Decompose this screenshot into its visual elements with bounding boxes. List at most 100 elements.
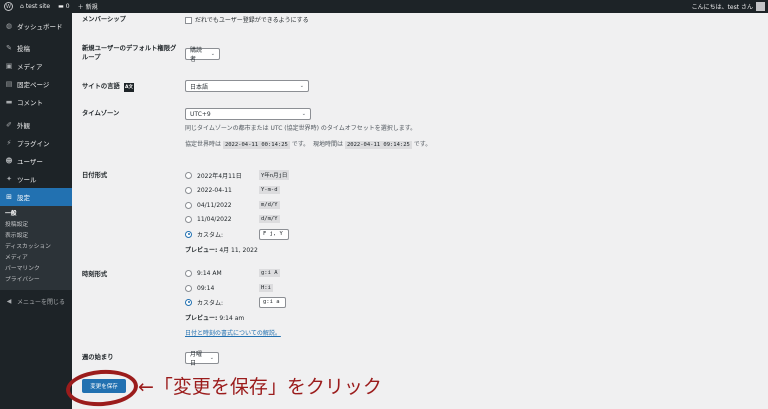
submenu-item-privacy[interactable]: プライバシー: [0, 275, 72, 286]
default-role-field: 購読者 ⌄: [185, 46, 220, 63]
collapse-arrow-icon: ◀: [6, 297, 12, 305]
membership-checkbox-label: だれでもユーザー登録ができるようにする: [195, 17, 309, 24]
time-format-display: 09:14: [197, 284, 215, 292]
home-icon: ⌂: [20, 3, 24, 10]
date-format-display: 2022-04-11: [197, 186, 232, 194]
avatar: [756, 2, 765, 11]
sidebar-item-label: メディア: [17, 63, 43, 71]
time-format-display: 9:14 AM: [197, 269, 222, 277]
timezone-select[interactable]: UTC+9 ⌄: [185, 108, 311, 120]
date-format-display: 2022年4月11日: [197, 172, 242, 180]
radio-button[interactable]: [185, 269, 192, 277]
new-content-link[interactable]: ＋ 新規: [78, 2, 98, 11]
settings-submenu: 一般 投稿設定 表示設定 ディスカッション メディア パーマリンク プライバシー: [0, 206, 72, 290]
date-format-custom-input[interactable]: F j, Y: [259, 228, 289, 240]
local-prefix: 現地時間は: [313, 141, 344, 148]
date-format-option[interactable]: 2022-04-11 Y-m-d: [185, 185, 280, 195]
sidebar-item-label: 固定ページ: [17, 81, 50, 89]
sidebar-item-appearance[interactable]: ✐ 外観: [0, 116, 72, 134]
comment-icon: ▬: [5, 98, 13, 106]
new-label: 新規: [85, 4, 98, 11]
date-format-option[interactable]: 04/11/2022 m/d/Y: [185, 200, 280, 210]
time-format-custom-input[interactable]: g:i a: [259, 296, 286, 308]
comments-link[interactable]: ▬ 0: [58, 3, 70, 10]
date-format-option[interactable]: 11/04/2022 d/m/Y: [185, 214, 280, 224]
sidebar-item-label: 設定: [17, 194, 30, 202]
membership-checkbox[interactable]: [185, 17, 192, 24]
site-name-link[interactable]: ⌂ test site: [20, 3, 50, 10]
time-format-code: g:i A: [259, 269, 280, 277]
brush-icon: ✐: [6, 121, 12, 129]
date-preview-value: 4月 11, 2022: [219, 247, 258, 254]
collapse-menu-button[interactable]: ◀ メニューを閉じる: [0, 292, 72, 310]
date-format-code: Y-m-d: [259, 186, 280, 194]
time-format-label: 時刻形式: [82, 271, 108, 278]
radio-button[interactable]: [185, 284, 192, 292]
date-time-docs-link[interactable]: 日付と時刻の書式についての解説。: [185, 328, 281, 337]
submenu-item-reading[interactable]: 表示設定: [0, 231, 72, 242]
submenu-item-writing[interactable]: 投稿設定: [0, 220, 72, 231]
sidebar-item-media[interactable]: ▣ メディア: [0, 57, 72, 75]
user-icon: ☻: [5, 157, 13, 165]
time-format-option[interactable]: 9:14 AM g:i A: [185, 268, 280, 278]
radio-button[interactable]: [185, 201, 192, 209]
wordpress-logo-icon[interactable]: W: [4, 2, 13, 11]
site-language-label: サイトの言語: [82, 83, 120, 90]
date-format-custom-option[interactable]: カスタム: F j, Y: [185, 228, 289, 240]
sidebar-item-tools[interactable]: ✦ ツール: [0, 170, 72, 188]
radio-button-checked[interactable]: [185, 230, 192, 238]
chevron-down-icon: ⌄: [210, 51, 215, 57]
comment-icon: ▬: [58, 3, 64, 10]
submenu-item-media[interactable]: メディア: [0, 253, 72, 264]
user-account-menu[interactable]: こんにちは、test さん: [692, 0, 765, 13]
submenu-item-discussion[interactable]: ディスカッション: [0, 242, 72, 253]
default-role-select[interactable]: 購読者 ⌄: [185, 47, 220, 63]
admin-sidebar: ◍ ダッシュボード ✎ 投稿 ▣ メディア ▤ 固定ページ ▬ コメント ✐ 外…: [0, 13, 72, 409]
page-icon: ▤: [5, 80, 13, 88]
sidebar-item-label: ダッシュボード: [17, 23, 63, 31]
dashboard-icon: ◍: [5, 22, 13, 30]
membership-field: だれでもユーザー登録ができるようにする: [185, 15, 309, 24]
greeting-text: こんにちは、test さん: [691, 4, 753, 11]
site-name-text: test site: [25, 3, 51, 10]
week-start-select[interactable]: 月曜日 ⌄: [185, 351, 219, 367]
sidebar-item-settings[interactable]: ⊞ 設定: [0, 188, 72, 206]
utc-suffix: です。: [291, 141, 310, 148]
radio-button[interactable]: [185, 171, 192, 179]
submenu-item-general[interactable]: 一般: [0, 209, 72, 220]
site-language-label-row: サイトの言語 A文: [82, 82, 134, 92]
site-language-select[interactable]: 日本語 ⌄: [185, 80, 309, 92]
date-format-preview: プレビュー: 4月 11, 2022: [185, 245, 258, 254]
sidebar-item-comments[interactable]: ▬ コメント: [0, 93, 72, 111]
sidebar-item-label: 投稿: [17, 45, 30, 53]
chevron-down-icon: ⌄: [301, 111, 306, 117]
collapse-menu-label: メニューを閉じる: [17, 298, 66, 306]
sidebar-item-pages[interactable]: ▤ 固定ページ: [0, 75, 72, 93]
radio-button[interactable]: [185, 215, 192, 223]
date-format-display: 04/11/2022: [197, 201, 232, 209]
utc-time: 2022-04-11 00:14:25: [222, 141, 290, 149]
wrench-icon: ✦: [6, 175, 12, 183]
radio-button[interactable]: [185, 186, 192, 194]
settings-form: メンバーシップ だれでもユーザー登録ができるようにする 新規ユーザーのデフォルト…: [72, 13, 768, 409]
date-format-option[interactable]: 2022年4月11日 Y年n月j日: [185, 170, 290, 180]
chevron-down-icon: ⌄: [209, 355, 214, 361]
date-format-code: d/m/Y: [259, 215, 280, 223]
time-format-custom-option[interactable]: カスタム: g:i a: [185, 296, 286, 308]
sidebar-item-plugins[interactable]: ⚡ プラグイン: [0, 134, 72, 152]
plugin-icon: ⚡: [6, 139, 12, 147]
default-role-label: 新規ユーザーのデフォルト権限グループ: [82, 45, 177, 61]
timezone-description: 同じタイムゾーンの都市または UTC (協定世界時) のタイムオフセットを選択し…: [185, 125, 417, 132]
week-start-label: 週の始まり: [82, 354, 114, 361]
sidebar-item-posts[interactable]: ✎ 投稿: [0, 39, 72, 57]
site-language-value: 日本語: [190, 83, 209, 91]
submenu-item-permalinks[interactable]: パーマリンク: [0, 264, 72, 275]
time-preview-value: 9:14 am: [219, 315, 245, 322]
time-format-option[interactable]: 09:14 H:i: [185, 283, 273, 293]
sidebar-item-dashboard[interactable]: ◍ ダッシュボード: [0, 17, 72, 35]
date-preview-label: プレビュー:: [185, 247, 218, 254]
date-format-label: 日付形式: [82, 172, 108, 179]
radio-button-checked[interactable]: [185, 298, 192, 306]
chevron-down-icon: ⌄: [299, 83, 304, 89]
sidebar-item-users[interactable]: ☻ ユーザー: [0, 152, 72, 170]
